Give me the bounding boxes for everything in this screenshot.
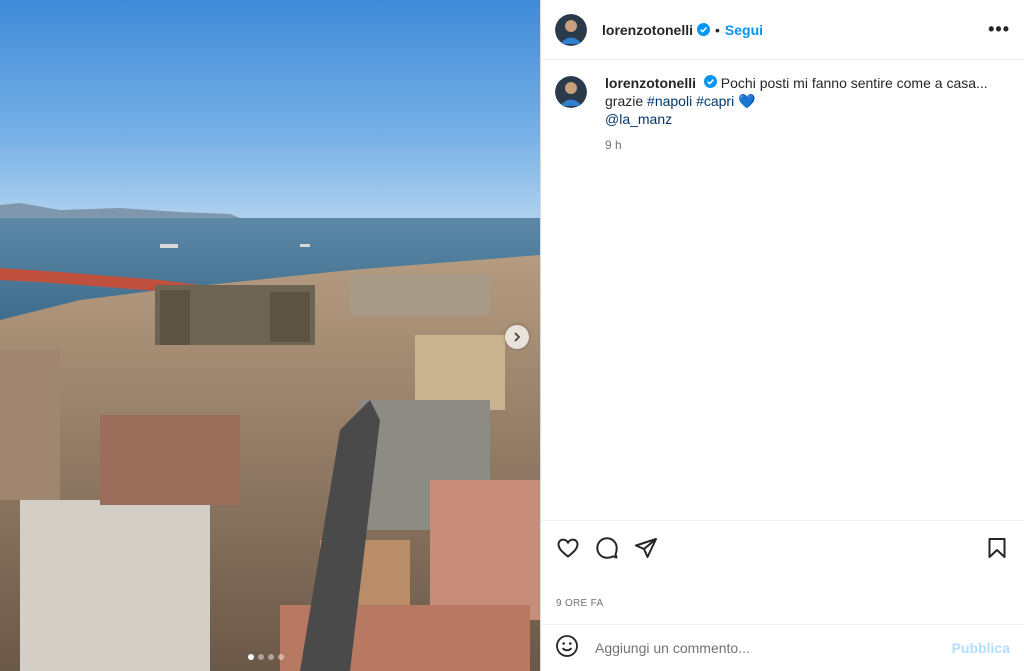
username-link[interactable]: lorenzotonelli — [602, 22, 693, 38]
carousel-dot — [258, 654, 264, 660]
heart-icon — [557, 538, 579, 558]
avatar[interactable] — [555, 13, 587, 46]
post-caption: lorenzotonelli Pochi posti mi fanno sent… — [555, 74, 1024, 154]
comment-button[interactable] — [594, 535, 620, 561]
share-button[interactable] — [633, 535, 659, 561]
post-details-panel: lorenzotonelli • Segui ••• lorenzotonell… — [540, 0, 1024, 671]
comment-icon — [596, 536, 618, 559]
hashtag-link[interactable]: #capri — [696, 93, 734, 109]
post-photo — [0, 0, 540, 671]
publish-button[interactable]: Pubblica — [952, 640, 1010, 656]
more-options-icon[interactable]: ••• — [988, 19, 1010, 40]
username-link[interactable]: lorenzotonelli — [605, 75, 696, 91]
verified-badge-icon — [703, 75, 717, 88]
carousel-dot — [278, 654, 284, 660]
caption-line-1: Pochi posti mi fanno sentire come a casa… — [720, 75, 988, 91]
caption-line-2: grazie — [605, 93, 644, 109]
blue-heart-emoji: 💙 — [738, 93, 756, 109]
save-button[interactable] — [984, 535, 1010, 561]
caption-timestamp[interactable]: 9 h — [605, 136, 1024, 154]
post-media[interactable] — [0, 0, 540, 671]
chevron-right-icon — [514, 332, 521, 342]
verified-badge-icon — [697, 23, 710, 36]
caption-text: lorenzotonelli Pochi posti mi fanno sent… — [605, 74, 1024, 154]
mention-link[interactable]: @la_manz — [605, 111, 672, 127]
action-bar — [541, 520, 1024, 574]
avatar[interactable] — [555, 76, 587, 108]
emoji-icon[interactable] — [555, 634, 579, 663]
carousel-dot — [268, 654, 274, 660]
hashtag-link[interactable]: #napoli — [647, 93, 692, 109]
follow-button[interactable]: Segui — [725, 22, 763, 38]
comment-input[interactable] — [593, 639, 952, 657]
post-date[interactable]: 9 ORE FA — [556, 598, 603, 609]
like-button[interactable] — [555, 535, 581, 561]
send-icon — [635, 537, 657, 558]
bookmark-icon — [988, 537, 1006, 558]
next-slide-button[interactable] — [505, 325, 529, 349]
post-header: lorenzotonelli • Segui ••• — [541, 0, 1024, 60]
carousel-dot — [248, 654, 254, 660]
comment-form: Pubblica — [541, 624, 1024, 671]
separator-dot: • — [715, 21, 720, 38]
carousel-indicator — [248, 654, 284, 660]
